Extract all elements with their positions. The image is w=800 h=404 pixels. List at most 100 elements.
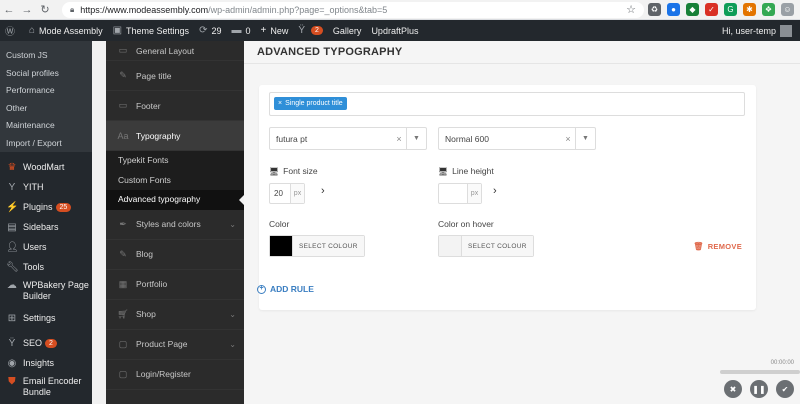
blog-icon: ✎ bbox=[119, 248, 127, 259]
remove-rule-button[interactable]: 🗑︎ REMOVE bbox=[693, 242, 742, 251]
clear-x-icon[interactable]: × bbox=[561, 134, 575, 144]
comments-item[interactable]: ▬ 0 bbox=[226, 20, 255, 41]
main-content: ADVANCED TYPOGRAPHY × Single product titl… bbox=[244, 41, 800, 404]
profile-icon[interactable]: ☺ bbox=[781, 3, 794, 16]
chevron-down-icon[interactable]: ▼ bbox=[406, 128, 426, 149]
ts-typography-label: Typography bbox=[136, 130, 181, 141]
css-selector-input[interactable]: × Single product title bbox=[269, 92, 745, 116]
menu-users[interactable]: 👤︎ Users bbox=[0, 237, 92, 257]
font-weight-select[interactable]: Normal 600 × ▼ bbox=[438, 127, 596, 150]
plus-circle-icon: + bbox=[257, 284, 266, 294]
reload-icon[interactable]: ↻ bbox=[36, 1, 54, 19]
extension-recycle-icon[interactable]: ♻ bbox=[648, 3, 661, 16]
shop-icon: 🛒︎ bbox=[117, 308, 129, 319]
submenu-other[interactable]: Other bbox=[0, 100, 92, 118]
seo-icon: Ÿ bbox=[8, 337, 16, 349]
clear-x-icon[interactable]: × bbox=[392, 134, 406, 144]
recorder-done-icon[interactable]: ✔ bbox=[776, 380, 794, 398]
menu-settings[interactable]: ⊞ Settings bbox=[0, 308, 92, 328]
ts-page-title[interactable]: ✎ Page title bbox=[106, 61, 244, 91]
ts-custom-fonts[interactable]: Custom Fonts bbox=[106, 171, 244, 191]
ts-login-register-label: Login/Register bbox=[136, 369, 191, 379]
gallery-item[interactable]: Gallery bbox=[328, 20, 367, 41]
font-size-value: 20 bbox=[274, 189, 283, 198]
address-bar[interactable]: 🔒︎ https://www.modeassembly.com/wp-admin… bbox=[62, 2, 644, 18]
updraft-item[interactable]: UpdraftPlus bbox=[366, 20, 423, 41]
ts-advanced-typography[interactable]: Advanced typography bbox=[106, 190, 244, 210]
tag-remove-icon[interactable]: × bbox=[278, 100, 282, 107]
ts-page-title-label: Page title bbox=[136, 70, 172, 81]
submenu-import-export[interactable]: Import / Export bbox=[0, 135, 92, 153]
url-path: /wp-admin/admin.php?page=_options&tab=5 bbox=[208, 5, 388, 15]
chevron-down-icon[interactable]: ▼ bbox=[575, 128, 595, 149]
title-divider bbox=[244, 63, 800, 64]
woodmart-icon: ♛ bbox=[7, 161, 17, 173]
color-hover-label: Color on hover bbox=[438, 219, 494, 229]
recorder-cancel-icon[interactable]: ✖ bbox=[724, 380, 742, 398]
line-height-input[interactable]: px bbox=[438, 183, 482, 204]
submenu-maintenance[interactable]: Maintenance bbox=[0, 117, 92, 135]
chevron-down-icon: ⌄ bbox=[229, 219, 236, 229]
plugins-icon: ⚡ bbox=[6, 201, 19, 213]
new-label: New bbox=[270, 25, 289, 36]
menu-plugins[interactable]: ⚡ Plugins 25 bbox=[0, 197, 92, 217]
updates-item[interactable]: ⟳ 29 bbox=[194, 20, 226, 41]
extension-red-icon[interactable]: ✓ bbox=[705, 3, 718, 16]
forward-arrow-icon[interactable]: → bbox=[18, 1, 36, 19]
updates-icon: ⟳ bbox=[199, 25, 208, 36]
ts-login-register[interactable]: ▢ Login/Register bbox=[106, 360, 244, 390]
typography-rule-panel: × Single product title futura pt × ▼ Norm… bbox=[259, 85, 756, 310]
back-arrow-icon[interactable]: ← bbox=[0, 1, 18, 19]
color-picker[interactable]: SELECT COLOUR bbox=[269, 235, 365, 257]
font-size-label: 🖥︎ Font size bbox=[269, 166, 318, 176]
select-colour-button[interactable]: SELECT COLOUR bbox=[292, 236, 364, 256]
theme-settings-item[interactable]: ▣ Theme Settings bbox=[108, 20, 194, 41]
yoast-item[interactable]: Ÿ2 bbox=[293, 20, 328, 41]
ts-typography[interactable]: Aa Typography bbox=[106, 121, 244, 151]
submenu-performance[interactable]: Performance bbox=[0, 82, 92, 100]
font-family-select[interactable]: futura pt × ▼ bbox=[269, 127, 427, 150]
wp-logo-item[interactable]: Ⓦ bbox=[0, 20, 24, 41]
extension-blue-icon[interactable]: ● bbox=[667, 3, 680, 16]
menu-tools[interactable]: 🔧︎ Tools bbox=[0, 257, 92, 277]
ts-shop[interactable]: 🛒︎ Shop ⌄ bbox=[106, 300, 244, 330]
font-size-responsive-arrow-icon[interactable]: › bbox=[321, 185, 325, 197]
extension-icons: ♻ ● ◆ ✓ G ✱ ❖ ☺ ⋮ bbox=[648, 3, 800, 16]
ts-typekit-fonts[interactable]: Typekit Fonts bbox=[106, 151, 244, 171]
selector-tag[interactable]: × Single product title bbox=[274, 97, 347, 110]
font-size-input[interactable]: 20 px bbox=[269, 183, 305, 204]
ts-general-layout[interactable]: ▭ General Layout bbox=[106, 41, 244, 61]
ts-footer[interactable]: ▭ Footer bbox=[106, 91, 244, 121]
ts-shop-label: Shop bbox=[136, 309, 156, 319]
menu-insights[interactable]: ◉ Insights bbox=[0, 353, 92, 373]
color-swatch[interactable] bbox=[270, 236, 292, 256]
extension-orange-icon[interactable]: ✱ bbox=[743, 3, 756, 16]
color-hover-swatch[interactable] bbox=[439, 236, 461, 256]
ts-blog[interactable]: ✎ Blog bbox=[106, 240, 244, 270]
add-rule-button[interactable]: + ADD RULE bbox=[257, 284, 314, 294]
menu-email-encoder[interactable]: ⛊ Email Encoder Bundle bbox=[0, 373, 92, 398]
ts-product-page[interactable]: ▢ Product Page ⌄ bbox=[106, 330, 244, 360]
menu-sidebars[interactable]: ▤ Sidebars bbox=[0, 217, 92, 237]
trash-icon: 🗑︎ bbox=[693, 242, 704, 251]
menu-woodmart[interactable]: ♛ WoodMart bbox=[0, 157, 92, 177]
line-height-responsive-arrow-icon[interactable]: › bbox=[493, 185, 497, 197]
menu-yith[interactable]: Y YITH bbox=[0, 177, 92, 197]
new-item[interactable]: + New bbox=[255, 20, 293, 41]
menu-seo[interactable]: Ÿ SEO 2 bbox=[0, 333, 92, 353]
typography-icon: Aa bbox=[117, 130, 129, 141]
recorder-pause-icon[interactable]: ❚❚ bbox=[750, 380, 768, 398]
submenu-social-profiles[interactable]: Social profiles bbox=[0, 65, 92, 83]
extension-g-icon[interactable]: G bbox=[724, 3, 737, 16]
color-hover-picker[interactable]: SELECT COLOUR bbox=[438, 235, 534, 257]
ts-portfolio[interactable]: ▦ Portfolio bbox=[106, 270, 244, 300]
bookmark-star-icon[interactable]: ☆ bbox=[626, 3, 636, 16]
select-colour-hover-button[interactable]: SELECT COLOUR bbox=[461, 236, 533, 256]
ts-styles-colors[interactable]: ✒ Styles and colors ⌄ bbox=[106, 210, 244, 240]
menu-wpbakery[interactable]: ☁ WPBakery Page Builder bbox=[0, 277, 92, 308]
submenu-custom-js[interactable]: Custom JS bbox=[0, 47, 92, 65]
extension-green-icon[interactable]: ◆ bbox=[686, 3, 699, 16]
extension-leaf-icon[interactable]: ❖ bbox=[762, 3, 775, 16]
site-name-item[interactable]: ⌂ Mode Assembly bbox=[24, 20, 108, 41]
account-item[interactable]: Hi, user-temp bbox=[722, 20, 792, 41]
